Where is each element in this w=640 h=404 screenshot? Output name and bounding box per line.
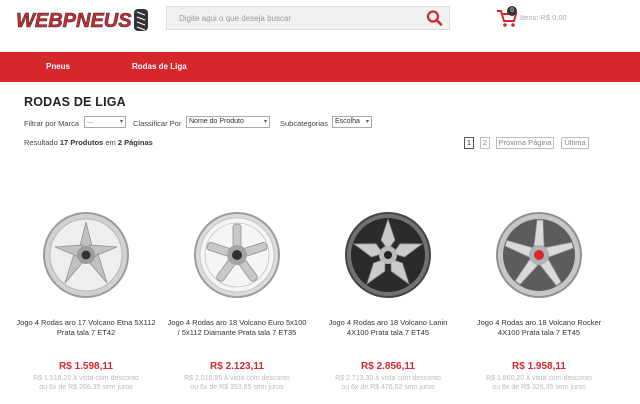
search-box	[166, 6, 450, 30]
subcategory-label: Subcategorias	[280, 119, 328, 128]
wheel-image[interactable]	[41, 210, 131, 300]
cart-summary[interactable]: Itens: R$ 0,00	[520, 13, 567, 22]
subcategory-select[interactable]: Escolha ▾	[332, 116, 372, 128]
wheel-icon	[496, 212, 582, 298]
search-input[interactable]	[167, 7, 417, 29]
product-card[interactable]: Jogo 4 Rodas aro 17 Volcano Etna 5X112 P…	[16, 200, 156, 404]
filter-bar: Filtrar por Marca ... ▾ Classificar Por …	[24, 116, 624, 130]
product-name[interactable]: Jogo 4 Rodas aro 18 Volcano Lanin 4X100 …	[318, 318, 458, 338]
product-payment-info: R$ 2.713,30 à vista com desconto ou 6x d…	[335, 375, 441, 391]
chevron-down-icon: ▾	[119, 119, 123, 125]
page-1-button[interactable]: 1	[464, 137, 474, 149]
cart-count-badge: 0	[507, 6, 517, 16]
product-card[interactable]: Jogo 4 Rodas aro 18 Volcano Euro 5x100 /…	[167, 200, 307, 404]
page-2-button[interactable]: 2	[480, 137, 490, 149]
site-header: WEBPNEUS 0 Itens: R$ 0,00	[0, 0, 640, 52]
nav-item-rodas-de-liga[interactable]: Rodas de Liga	[132, 62, 187, 71]
results-count: 17 Produtos	[59, 138, 104, 147]
brand-filter-label: Filtrar por Marca	[24, 119, 80, 128]
main-nav: Pneus Rodas de Liga	[0, 52, 640, 82]
nav-item-pneus[interactable]: Pneus	[46, 62, 70, 71]
product-card[interactable]: Jogo 4 Rodas aro 18 Volcano Lanin 4X100 …	[318, 200, 458, 404]
wheel-image[interactable]	[192, 210, 282, 300]
product-payment-info: R$ 2.016,95 à vista com desconto ou 6x d…	[184, 375, 290, 391]
sort-select[interactable]: Nome do Produto ▾	[186, 116, 270, 128]
product-name[interactable]: Jogo 4 Rodas aro 18 Volcano Euro 5x100 /…	[167, 318, 307, 338]
brand-filter-value: ...	[87, 118, 93, 125]
product-payment-info: R$ 1.860,20 à vista com desconto ou 6x d…	[486, 375, 592, 391]
brand-filter-select[interactable]: ... ▾	[84, 116, 126, 128]
product-name[interactable]: Jogo 4 Rodas aro 17 Volcano Etna 5X112 P…	[16, 318, 156, 338]
next-page-button[interactable]: Próxima Página	[496, 137, 554, 149]
product-price: R$ 1.958,11	[512, 361, 566, 372]
product-price: R$ 2.123,11	[210, 361, 264, 372]
logo-wordmark: WEBPNEUS	[16, 10, 132, 32]
product-name[interactable]: Jogo 4 Rodas aro 18 Volcano Rocker 4X100…	[469, 318, 609, 338]
sort-value: Nome do Produto	[189, 118, 244, 125]
wheel-image[interactable]	[494, 210, 584, 300]
wheel-icon	[194, 212, 280, 298]
webpneus-logo[interactable]: WEBPNEUS	[16, 6, 152, 34]
results-summary: Resultado 17 Produtos em 2 Páginas	[24, 138, 153, 147]
center-cap-logo	[534, 250, 544, 260]
search-icon	[426, 10, 443, 26]
wheel-icon	[43, 212, 129, 298]
search-button[interactable]	[425, 9, 445, 27]
wheel-icon	[345, 212, 431, 298]
results-pages: 2 Páginas	[117, 138, 153, 147]
product-card[interactable]: Jogo 4 Rodas aro 18 Volcano Rocker 4X100…	[469, 200, 609, 404]
product-payment-info: R$ 1.518,20 à vista com desconto ou 6x d…	[33, 375, 139, 391]
chevron-down-icon: ▾	[365, 119, 369, 125]
page-title: RODAS DE LIGA	[24, 95, 126, 109]
product-price: R$ 2.856,11	[361, 361, 415, 372]
wheel-image[interactable]	[343, 210, 433, 300]
sort-label: Classificar Por	[133, 119, 182, 128]
product-price: R$ 1.598,11	[59, 361, 113, 372]
last-page-button[interactable]: Última	[561, 137, 589, 149]
subcategory-value: Escolha	[335, 118, 360, 125]
logo-tire-icon	[134, 9, 148, 31]
chevron-down-icon: ▾	[263, 119, 267, 125]
